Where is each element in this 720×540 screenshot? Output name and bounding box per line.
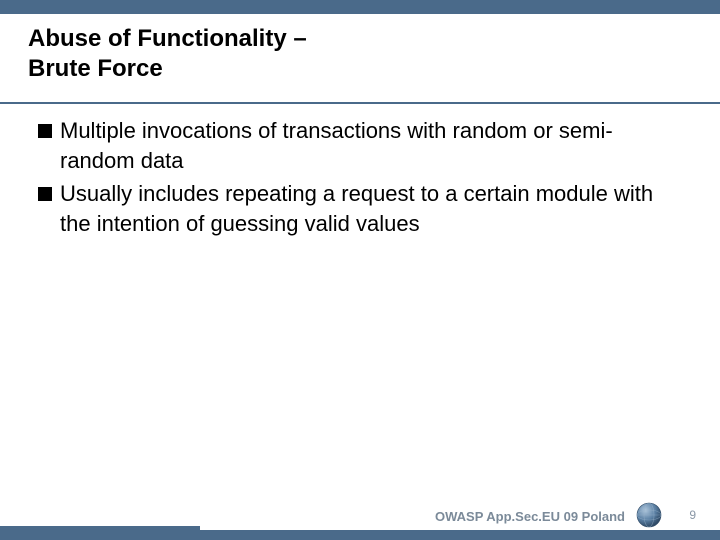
bullet-text: Multiple invocations of transactions wit… xyxy=(60,116,682,175)
globe-icon xyxy=(636,502,662,528)
square-bullet-icon xyxy=(38,124,52,138)
footer-bar-accent xyxy=(0,526,200,540)
page-number: 9 xyxy=(689,508,696,522)
footer-label: OWASP App.Sec.EU 09 Poland xyxy=(435,509,625,524)
top-bar xyxy=(0,0,720,14)
bullet-text: Usually includes repeating a request to … xyxy=(60,179,682,238)
list-item: Usually includes repeating a request to … xyxy=(38,179,682,238)
title-divider xyxy=(0,102,720,104)
footer: OWASP App.Sec.EU 09 Poland 9 xyxy=(0,500,720,540)
title-area: Abuse of Functionality – Brute Force xyxy=(0,14,720,102)
title-line-1: Abuse of Functionality – xyxy=(28,25,307,52)
slide-title: Abuse of Functionality – Brute Force xyxy=(28,24,692,84)
list-item: Multiple invocations of transactions wit… xyxy=(38,116,682,175)
title-line-2: Brute Force xyxy=(28,55,163,82)
content-area: Multiple invocations of transactions wit… xyxy=(0,116,720,239)
square-bullet-icon xyxy=(38,187,52,201)
